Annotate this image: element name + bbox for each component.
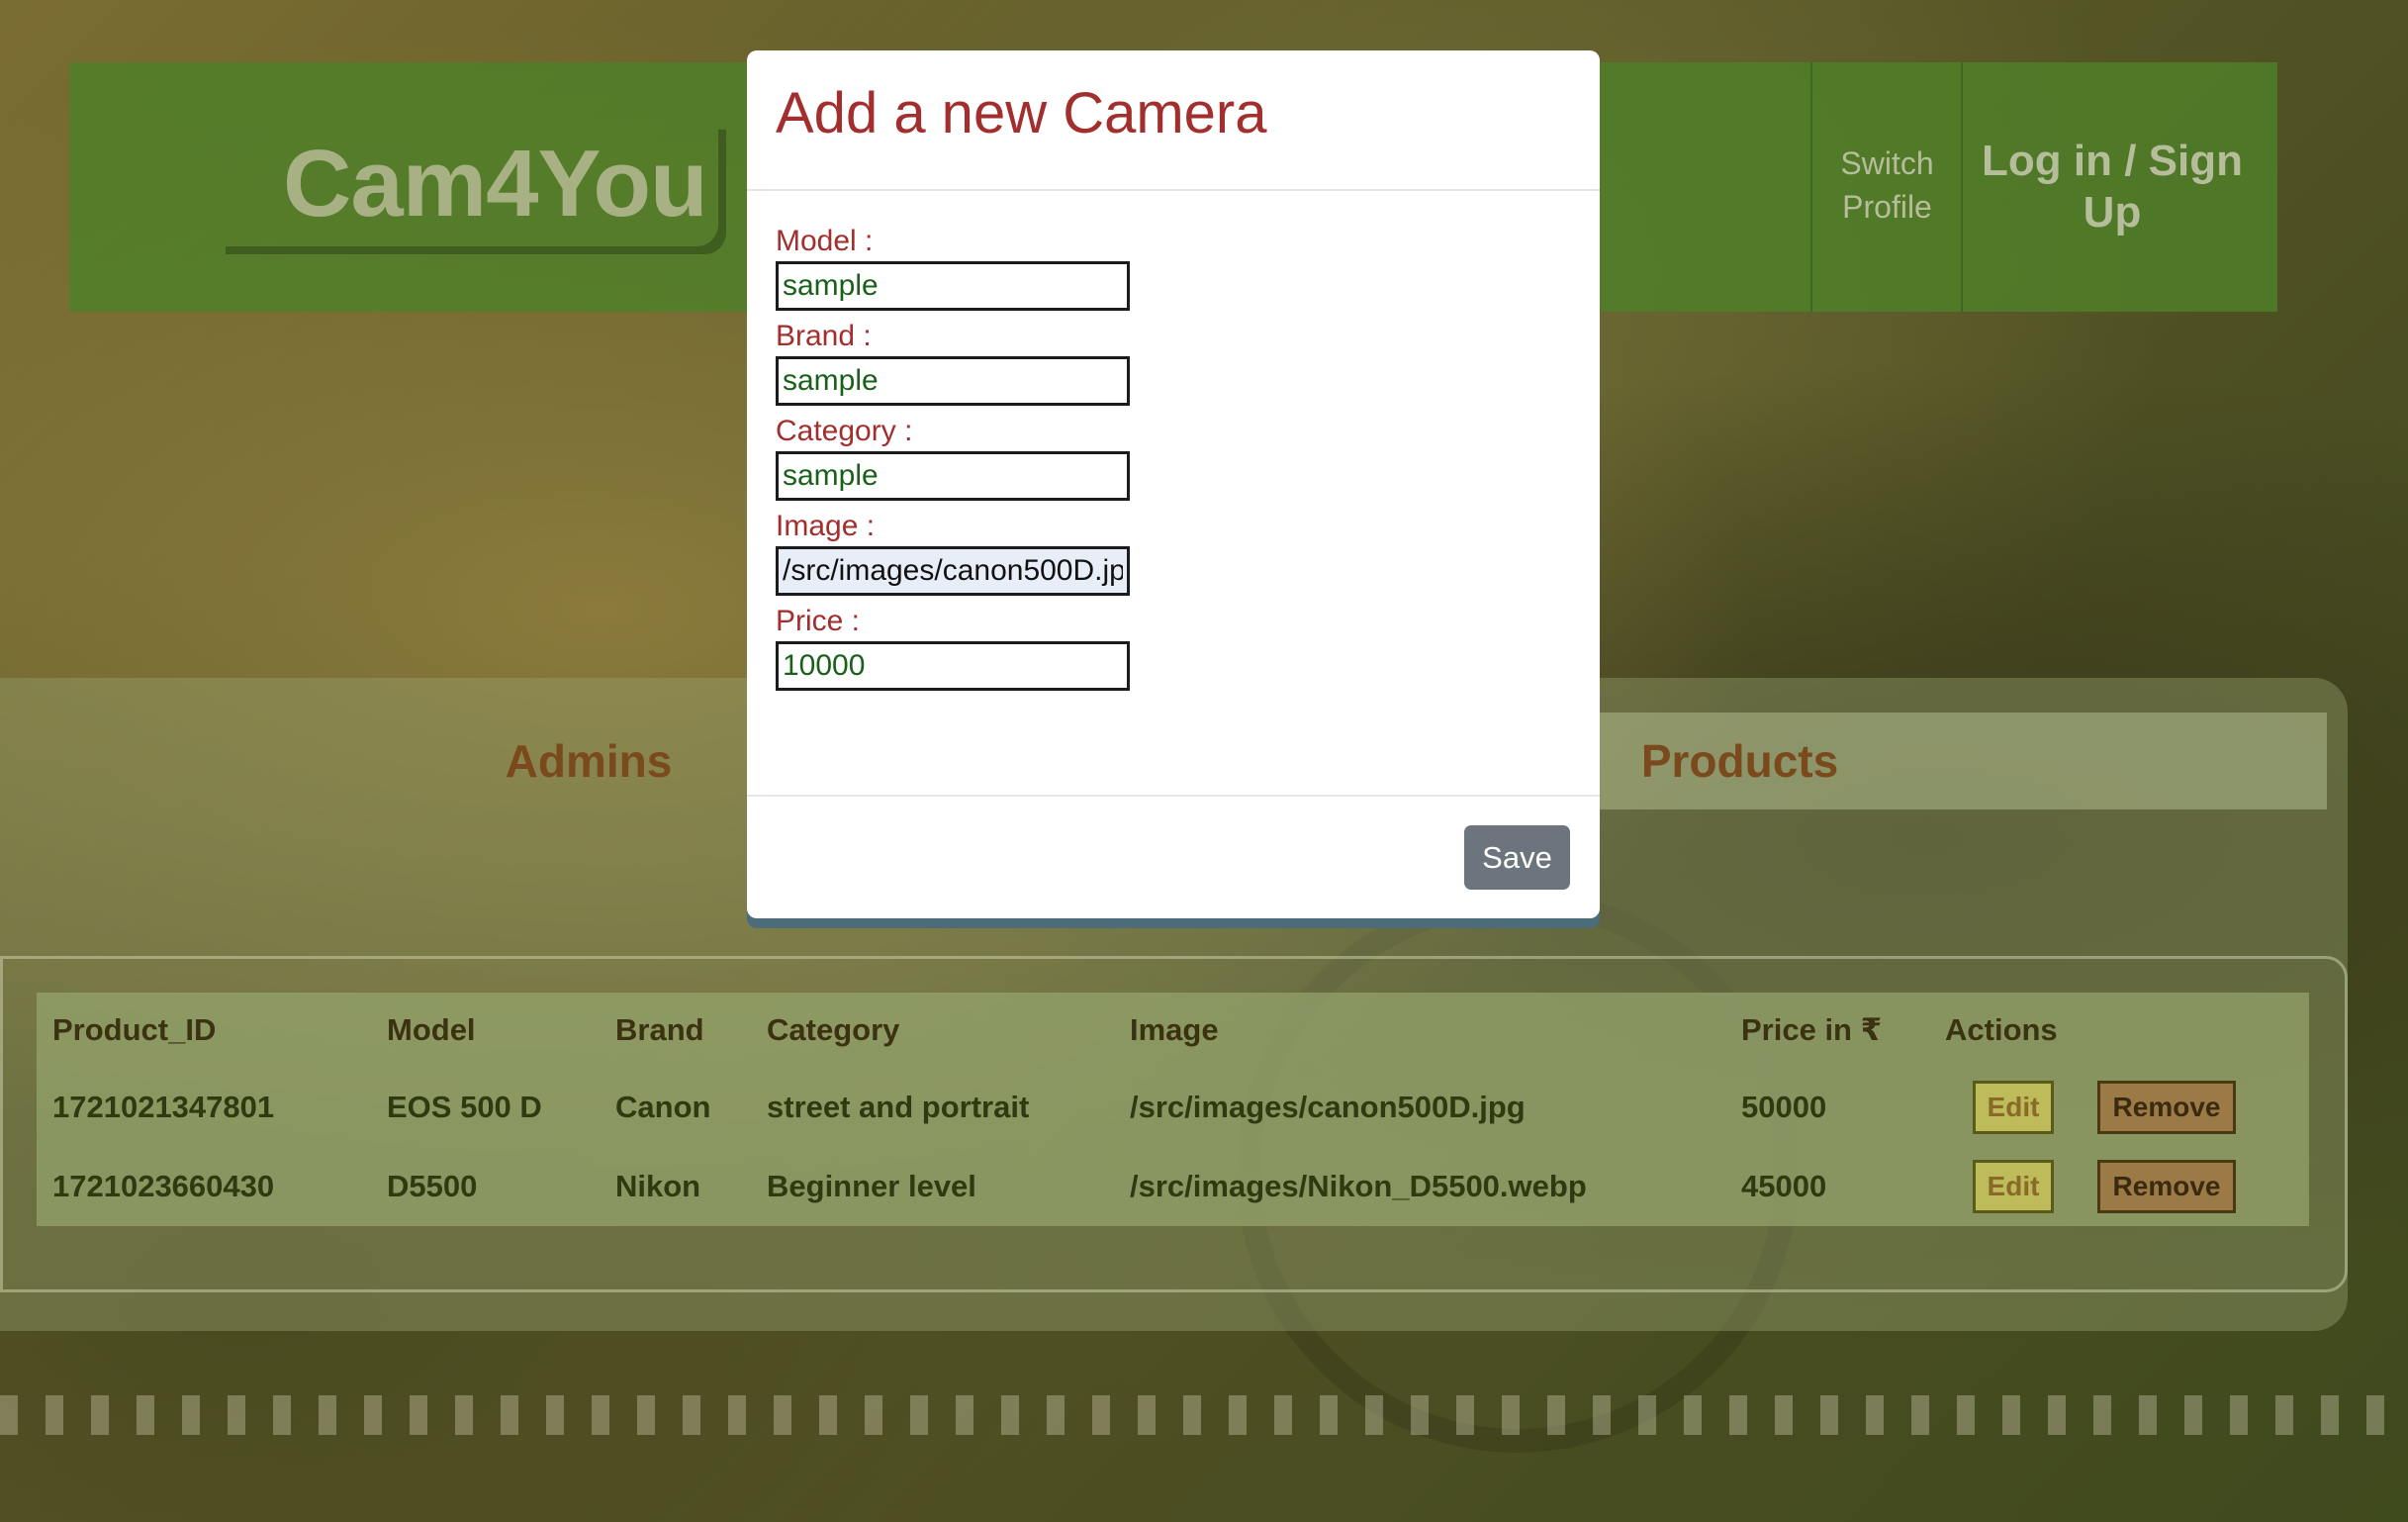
cell-category: Beginner level <box>767 1169 976 1203</box>
switch-profile-label: Switch Profile <box>1840 145 1934 225</box>
column-header: Category <box>767 1012 900 1047</box>
switch-profile-link[interactable]: Switch Profile <box>1815 142 1959 229</box>
table-row: 1721021347801 EOS 500 D Canon street and… <box>37 1068 2309 1147</box>
category-label: Category : <box>776 415 913 447</box>
brand-label: Brand : <box>776 320 872 352</box>
cell-brand: Canon <box>615 1090 711 1124</box>
cell-actions: Edit Remove <box>1929 1068 2309 1147</box>
column-header: Image <box>1130 1012 1219 1047</box>
column-header: Model <box>387 1012 476 1047</box>
image-field[interactable] <box>776 546 1130 596</box>
modal-header-divider <box>747 189 1600 191</box>
modal-footer-divider <box>747 795 1600 797</box>
model-label: Model : <box>776 225 874 257</box>
nav-divider <box>1961 62 1963 312</box>
cell-brand: Nikon <box>615 1169 701 1203</box>
cell-image: /src/images/Nikon_D5500.webp <box>1130 1169 1587 1203</box>
category-field[interactable] <box>776 451 1130 501</box>
price-field[interactable] <box>776 641 1130 691</box>
login-signup-link[interactable]: Log in / Sign Up <box>1964 136 2261 238</box>
column-header: Actions <box>1945 1012 2058 1047</box>
cell-image: /src/images/canon500D.jpg <box>1130 1090 1526 1124</box>
cell-product-id: 1721023660430 <box>52 1169 275 1203</box>
image-label: Image : <box>776 510 876 542</box>
background-film-strip <box>0 1395 2408 1435</box>
table-row: 1721023660430 D5500 Nikon Beginner level… <box>37 1147 2309 1226</box>
add-camera-modal: Add a new Camera Model : Brand : Categor… <box>747 50 1600 918</box>
column-header: Price in ₹ <box>1741 1012 1883 1047</box>
remove-button[interactable]: Remove <box>2097 1160 2236 1213</box>
cell-product-id: 1721021347801 <box>52 1090 275 1124</box>
edit-button[interactable]: Edit <box>1973 1160 2054 1213</box>
brand-field[interactable] <box>776 356 1130 406</box>
login-signup-label: Log in / Sign Up <box>1982 137 2243 237</box>
save-button[interactable]: Save <box>1464 825 1570 890</box>
site-logo[interactable]: Cam4You <box>218 122 718 246</box>
cell-model: EOS 500 D <box>387 1090 542 1124</box>
column-header: Brand <box>615 1012 704 1047</box>
cell-model: D5500 <box>387 1169 478 1203</box>
edit-button[interactable]: Edit <box>1973 1081 2054 1134</box>
cell-category: street and portrait <box>767 1090 1030 1124</box>
cell-price: 50000 <box>1741 1090 1827 1124</box>
products-table: Product_ID Model Brand Category Image Pr… <box>37 993 2309 1226</box>
table-header-row: Product_ID Model Brand Category Image Pr… <box>37 993 2309 1068</box>
cell-price: 45000 <box>1741 1169 1827 1203</box>
remove-button[interactable]: Remove <box>2097 1081 2236 1134</box>
nav-divider <box>1810 62 1812 312</box>
model-field[interactable] <box>776 261 1130 311</box>
modal-title: Add a new Camera <box>776 81 1267 145</box>
cell-actions: Edit Remove <box>1929 1147 2309 1226</box>
column-header: Product_ID <box>52 1012 217 1047</box>
price-label: Price : <box>776 605 861 637</box>
